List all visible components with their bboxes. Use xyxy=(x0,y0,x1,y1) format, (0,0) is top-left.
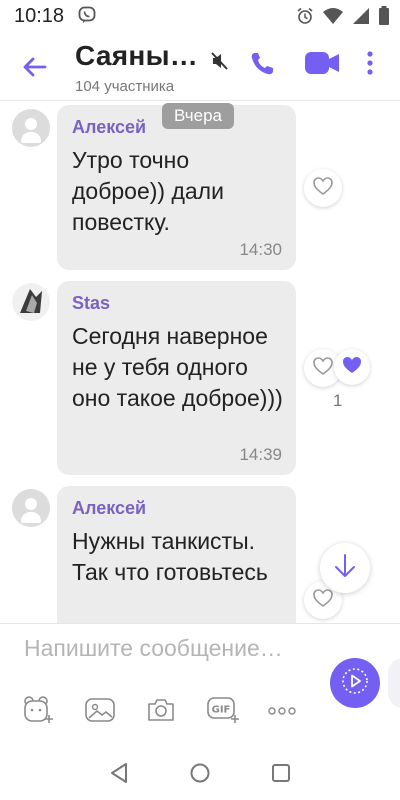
message-text: Нужны танкисты. Так что готовьтесь xyxy=(72,528,268,585)
alarm-icon xyxy=(296,7,314,30)
composer-toolbar: GIF xyxy=(0,694,320,730)
like-button[interactable] xyxy=(304,169,342,207)
muted-icon xyxy=(210,50,230,77)
message-list[interactable]: Вчера Алексей Утро точно доброе)) дали п… xyxy=(0,101,400,623)
side-action-button[interactable] xyxy=(388,658,400,708)
back-arrow-icon[interactable] xyxy=(18,50,52,84)
heart-filled-icon xyxy=(341,355,363,380)
message-sender[interactable]: Алексей xyxy=(72,498,146,519)
message-input[interactable]: Напишите сообщение… xyxy=(24,634,314,690)
video-call-button[interactable] xyxy=(304,48,340,83)
signal-icon xyxy=(352,7,370,30)
svg-text:GIF: GIF xyxy=(212,704,231,715)
sticker-bear-icon xyxy=(22,695,54,730)
date-separator: Вчера xyxy=(162,103,234,129)
message-sender[interactable]: Stas xyxy=(72,293,110,314)
gif-icon: GIF xyxy=(206,695,240,730)
message-time: 14:39 xyxy=(239,445,282,464)
heart-outline-icon xyxy=(312,176,334,201)
composer: Напишите сообщение… GIF xyxy=(0,623,400,747)
send-play-icon xyxy=(340,666,370,701)
status-icons xyxy=(296,6,390,31)
viber-notification-icon xyxy=(78,6,96,29)
battery-icon xyxy=(378,6,390,31)
participants-count[interactable]: 104 участника xyxy=(75,78,174,95)
avatar[interactable] xyxy=(12,489,50,527)
nav-recents-icon[interactable] xyxy=(270,761,292,790)
nav-back-icon[interactable] xyxy=(108,761,130,790)
message-text: Утро точно доброе)) дали повестку. xyxy=(72,147,224,235)
send-button[interactable] xyxy=(330,658,380,708)
status-bar: 10:18 xyxy=(0,0,400,32)
heart-outline-icon xyxy=(312,356,334,381)
screen: 10:18 Саяны… 104 участника Вчера Алексей… xyxy=(0,0,400,800)
camera-icon xyxy=(145,696,177,729)
ellipsis-icon xyxy=(267,703,297,721)
chat-title[interactable]: Саяны… xyxy=(75,40,198,72)
avatar[interactable] xyxy=(12,109,50,147)
arrow-down-icon xyxy=(333,553,357,584)
heart-outline-icon xyxy=(312,588,334,613)
gallery-button[interactable] xyxy=(82,694,118,730)
more-options-icon[interactable] xyxy=(365,50,375,81)
status-time: 10:18 xyxy=(14,5,65,27)
liked-badge[interactable] xyxy=(334,349,370,385)
sticker-button[interactable] xyxy=(20,694,56,730)
wifi-icon xyxy=(322,7,344,30)
message-bubble[interactable]: Алексей Нужны танкисты. Так что готовьте… xyxy=(57,486,296,623)
message-sender[interactable]: Алексей xyxy=(72,117,146,138)
more-tools-button[interactable] xyxy=(264,694,300,730)
image-icon xyxy=(84,696,116,729)
message-bubble[interactable]: Алексей Утро точно доброе)) дали повестк… xyxy=(57,105,296,270)
call-button[interactable] xyxy=(248,50,276,83)
like-count: 1 xyxy=(333,391,343,410)
message-bubble[interactable]: Stas Сегодня наверное не у тебя одного о… xyxy=(57,281,296,475)
nav-home-icon[interactable] xyxy=(189,761,211,790)
chat-header: Саяны… 104 участника xyxy=(0,32,400,100)
scroll-to-bottom-button[interactable] xyxy=(320,543,370,593)
system-navigation-bar xyxy=(0,747,400,800)
message-time: 14:30 xyxy=(239,240,282,259)
gif-button[interactable]: GIF xyxy=(205,694,241,730)
message-text: Сегодня наверное не у тебя одного оно та… xyxy=(72,323,283,411)
camera-button[interactable] xyxy=(143,694,179,730)
avatar-stas[interactable] xyxy=(12,283,50,321)
